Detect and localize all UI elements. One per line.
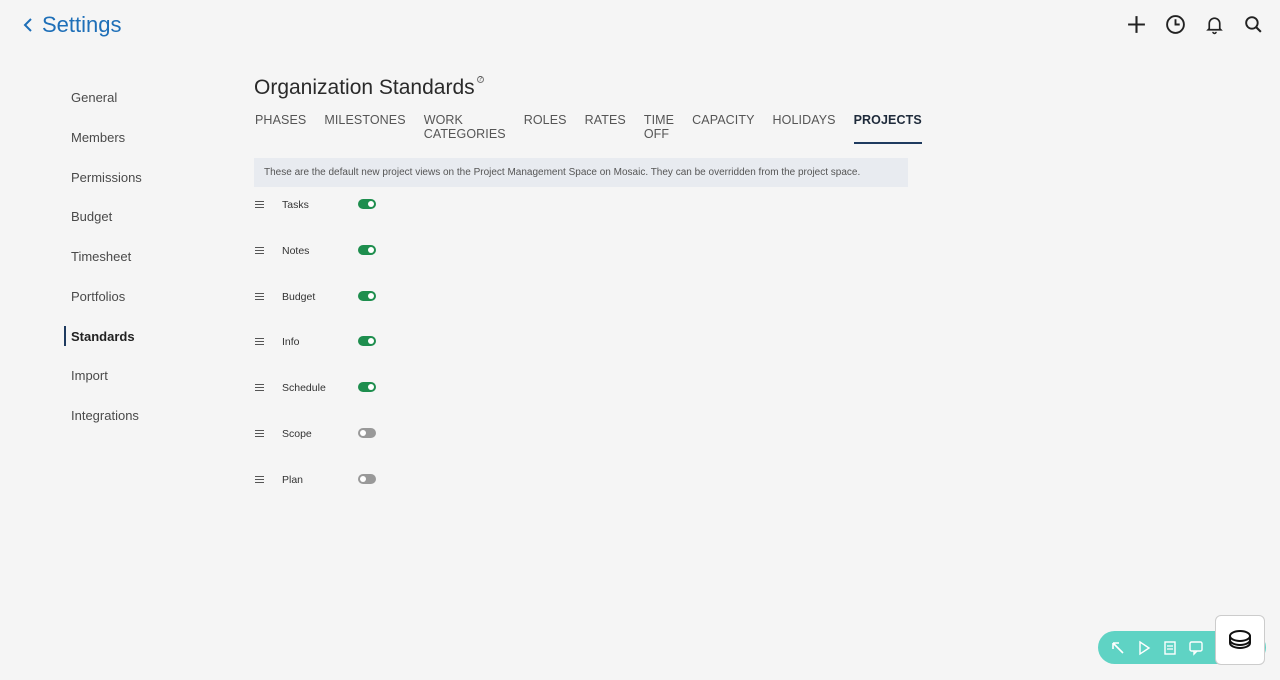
tab-holidays[interactable]: HOLIDAYS xyxy=(773,113,836,144)
info-banner: These are the default new project views … xyxy=(254,158,908,187)
view-toggle[interactable] xyxy=(358,244,376,255)
chevron-left-icon xyxy=(23,18,32,32)
drag-handle-icon[interactable] xyxy=(255,246,265,254)
sidebar-item-import[interactable]: Import xyxy=(64,356,214,396)
project-views-list: Tasks Notes Budget Info Schedule Scope P… xyxy=(254,191,934,512)
view-toggle[interactable] xyxy=(358,199,376,209)
database-icon xyxy=(1229,630,1251,649)
tab-phases[interactable]: PHASES xyxy=(255,113,306,144)
drag-handle-icon[interactable] xyxy=(255,292,265,300)
help-icon[interactable]: ? xyxy=(476,76,484,83)
tab-capacity[interactable]: CAPACITY xyxy=(692,113,754,144)
view-label: Scope xyxy=(282,427,312,440)
list-item: Schedule xyxy=(254,374,934,420)
tab-rates[interactable]: RATES xyxy=(585,113,626,144)
list-item: Budget xyxy=(254,283,934,329)
view-toggle[interactable] xyxy=(358,336,376,347)
clock-icon[interactable] xyxy=(1165,14,1186,35)
sidebar-item-standards[interactable]: Standards xyxy=(64,326,214,347)
sidebar-item-integrations[interactable]: Integrations xyxy=(64,396,214,436)
search-icon[interactable] xyxy=(1243,14,1264,35)
view-label: Budget xyxy=(282,290,316,303)
sidebar-item-portfolios[interactable]: Portfolios xyxy=(64,276,214,316)
view-label: Plan xyxy=(282,473,304,486)
tab-time-off[interactable]: TIME OFF xyxy=(644,113,674,144)
drag-handle-icon[interactable] xyxy=(255,201,265,208)
drag-handle-icon[interactable] xyxy=(255,475,265,483)
comment-icon[interactable] xyxy=(1188,640,1204,656)
view-label: Schedule xyxy=(282,382,326,395)
view-toggle[interactable] xyxy=(358,473,376,484)
drag-handle-icon[interactable] xyxy=(255,338,265,346)
view-toggle[interactable] xyxy=(358,290,376,301)
plus-icon[interactable] xyxy=(1126,14,1147,35)
document-icon[interactable] xyxy=(1162,640,1178,656)
view-toggle[interactable] xyxy=(358,427,376,438)
list-item: Notes xyxy=(254,237,934,283)
play-icon[interactable] xyxy=(1136,640,1152,656)
sidebar-item-timesheet[interactable]: Timesheet xyxy=(64,237,214,277)
tab-projects[interactable]: PROJECTS xyxy=(853,113,922,144)
back-to-settings-link[interactable]: Settings xyxy=(20,12,122,38)
arrow-up-left-icon[interactable] xyxy=(1110,640,1126,656)
page-title: Organization Standards xyxy=(254,76,475,99)
sidebar-item-budget[interactable]: Budget xyxy=(64,197,214,237)
standards-tabs: PHASES MILESTONES WORK CATEGORIES ROLES … xyxy=(255,113,934,144)
view-label: Tasks xyxy=(282,199,309,211)
page-header-title: Settings xyxy=(42,12,122,37)
sidebar-item-members[interactable]: Members xyxy=(64,118,214,158)
drag-handle-icon[interactable] xyxy=(255,384,265,392)
list-item: Info xyxy=(254,328,934,374)
widget-launcher-button[interactable] xyxy=(1215,615,1265,665)
settings-sidebar: General Members Permissions Budget Times… xyxy=(64,78,214,435)
list-item: Tasks xyxy=(254,191,934,237)
view-toggle[interactable] xyxy=(358,382,376,393)
tab-roles[interactable]: ROLES xyxy=(524,113,567,144)
view-label: Notes xyxy=(282,244,310,257)
sidebar-item-permissions[interactable]: Permissions xyxy=(64,157,214,197)
sidebar-item-general[interactable]: General xyxy=(64,78,214,118)
top-toolbar xyxy=(1126,14,1264,35)
view-label: Info xyxy=(282,336,300,349)
main-content: Organization Standards ? PHASES MILESTON… xyxy=(254,76,934,512)
tab-work-categories[interactable]: WORK CATEGORIES xyxy=(424,113,506,144)
drag-handle-icon[interactable] xyxy=(255,429,265,437)
list-item: Scope xyxy=(254,420,934,466)
tab-milestones[interactable]: MILESTONES xyxy=(324,113,405,144)
list-item: Plan xyxy=(254,466,934,512)
bell-icon[interactable] xyxy=(1204,14,1225,35)
